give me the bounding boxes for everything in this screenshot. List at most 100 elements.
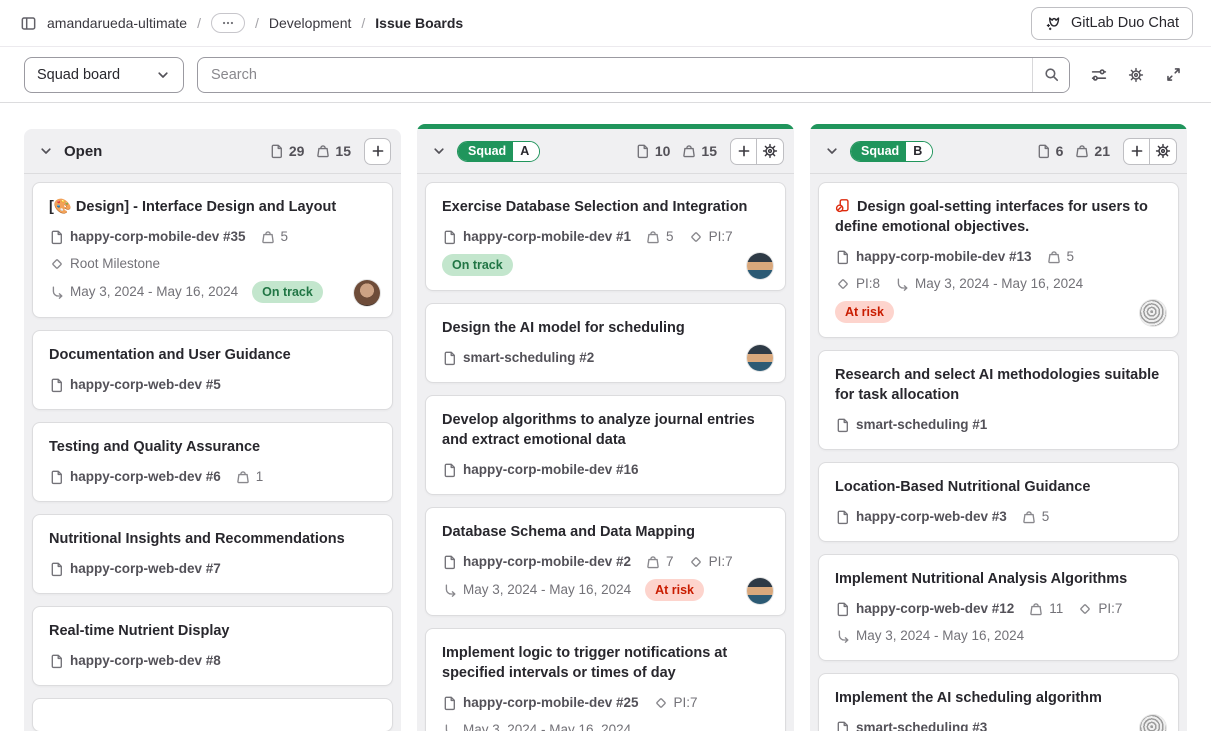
issue-title[interactable]: Documentation and User Guidance (49, 345, 376, 365)
issue-title[interactable]: [🎨 Design] - Interface Design and Layout (49, 197, 376, 217)
issue-card[interactable]: Design goal-setting interfaces for users… (818, 182, 1179, 338)
issue-card-partial[interactable] (32, 698, 393, 731)
column-scoped-label[interactable]: SquadA (457, 141, 540, 162)
list-settings-button[interactable] (757, 138, 784, 165)
issue-card[interactable]: Develop algorithms to analyze journal en… (425, 395, 786, 495)
fullscreen-button[interactable] (1157, 59, 1189, 91)
assignee-avatar[interactable] (747, 578, 773, 604)
issue-weight: 5 (260, 227, 289, 247)
issue-meta: happy-corp-web-dev #7 (49, 559, 376, 579)
issue-card[interactable]: Nutritional Insights and Recommendations… (32, 514, 393, 594)
add-issue-button[interactable] (364, 138, 391, 165)
board-select-dropdown[interactable]: Squad board (24, 57, 184, 93)
column-collapse-button[interactable] (429, 141, 449, 161)
assignee-avatar[interactable] (747, 253, 773, 279)
milestone-icon (688, 229, 704, 245)
issue-title[interactable]: Exercise Database Selection and Integrat… (442, 197, 769, 217)
issue-meta: happy-corp-web-dev #1211PI:7May 3, 2024 … (835, 599, 1162, 646)
milestone-icon (49, 256, 65, 272)
board-settings-button[interactable] (1120, 59, 1152, 91)
issue-card[interactable]: Implement logic to trigger notifications… (425, 628, 786, 731)
issue-title[interactable]: Nutritional Insights and Recommendations (49, 529, 376, 549)
issue-title[interactable]: Design goal-setting interfaces for users… (835, 197, 1162, 237)
column-counts: 29 15 (269, 138, 391, 165)
issue-milestone: PI:8 (835, 274, 880, 294)
issue-icon (49, 653, 65, 669)
assignee-avatar[interactable] (1140, 715, 1166, 731)
issue-title[interactable]: Implement logic to trigger notifications… (442, 643, 769, 683)
issue-iteration-dates: May 3, 2024 - May 16, 2024 (442, 720, 631, 731)
issue-card[interactable]: Location-Based Nutritional Guidance happ… (818, 462, 1179, 542)
issue-card[interactable]: Implement Nutritional Analysis Algorithm… (818, 554, 1179, 661)
issue-milestone: Root Milestone (49, 254, 160, 274)
issue-weight: 11 (1028, 599, 1063, 619)
toolbar-icons (1083, 59, 1189, 91)
assignee-avatar[interactable] (1140, 300, 1166, 326)
assignee-avatar[interactable] (354, 280, 380, 306)
issue-title[interactable]: Research and select AI methodologies sui… (835, 365, 1162, 405)
board-select-value: Squad board (37, 67, 120, 83)
issue-milestone: PI:7 (1077, 599, 1122, 619)
health-status-badge: On track (252, 281, 323, 303)
duo-chat-button[interactable]: GitLab Duo Chat (1031, 7, 1193, 40)
column-collapse-button[interactable] (36, 141, 56, 161)
breadcrumb-bar: amandarueda-ultimate / / Development / I… (0, 0, 1211, 47)
issue-iteration-dates: May 3, 2024 - May 16, 2024 (49, 282, 238, 302)
issue-card[interactable]: Exercise Database Selection and Integrat… (425, 182, 786, 291)
issue-milestone: PI:7 (688, 552, 733, 572)
issue-title[interactable]: Testing and Quality Assurance (49, 437, 376, 457)
issue-card[interactable]: Implement the AI scheduling algorithm sm… (818, 673, 1179, 731)
blocked-icon (835, 198, 850, 213)
search-input[interactable] (198, 58, 1032, 92)
issue-icon (835, 601, 851, 617)
milestone-icon (688, 554, 704, 570)
column-body: [🎨 Design] - Interface Design and Layout… (24, 174, 401, 731)
column-weight-count: 15 (681, 143, 717, 159)
plus-icon (1129, 143, 1145, 159)
weight-icon (1074, 143, 1090, 159)
list-settings-button[interactable] (1150, 138, 1177, 165)
issue-title[interactable]: Develop algorithms to analyze journal en… (442, 410, 769, 450)
assignee-avatar[interactable] (747, 345, 773, 371)
breadcrumb: amandarueda-ultimate / / Development / I… (20, 13, 463, 33)
expand-icon (1165, 66, 1182, 83)
issue-title[interactable]: Design the AI model for scheduling (442, 318, 769, 338)
column-scoped-label[interactable]: SquadB (850, 141, 933, 162)
settings-gear-icon (1127, 66, 1145, 84)
column-header: Open 29 15 (24, 129, 401, 174)
add-issue-button[interactable] (730, 138, 757, 165)
breadcrumb-group[interactable]: Development (269, 15, 352, 31)
issue-milestone: PI:7 (688, 227, 733, 247)
issue-icon (635, 143, 651, 159)
filter-settings-button[interactable] (1083, 59, 1115, 91)
issue-reference: happy-corp-web-dev #8 (49, 651, 221, 671)
weight-icon (315, 143, 331, 159)
breadcrumb-project[interactable]: amandarueda-ultimate (47, 15, 187, 31)
issue-weight: 1 (235, 467, 264, 487)
issue-title[interactable]: Implement Nutritional Analysis Algorithm… (835, 569, 1162, 589)
issue-title[interactable]: Implement the AI scheduling algorithm (835, 688, 1162, 708)
issue-icon (442, 229, 458, 245)
breadcrumb-ellipsis-button[interactable] (211, 13, 245, 33)
issue-title[interactable]: Real-time Nutrient Display (49, 621, 376, 641)
sidebar-toggle-icon[interactable] (20, 15, 37, 32)
issue-reference: happy-corp-web-dev #6 (49, 467, 221, 487)
issue-card[interactable]: [🎨 Design] - Interface Design and Layout… (32, 182, 393, 318)
issue-title[interactable]: Location-Based Nutritional Guidance (835, 477, 1162, 497)
breadcrumb-separator: / (255, 15, 259, 31)
issue-card[interactable]: Database Schema and Data Mapping happy-c… (425, 507, 786, 616)
issue-card[interactable]: Testing and Quality Assurance happy-corp… (32, 422, 393, 502)
issue-card[interactable]: Design the AI model for scheduling smart… (425, 303, 786, 383)
column-collapse-button[interactable] (822, 141, 842, 161)
add-issue-button[interactable] (1123, 138, 1150, 165)
issue-title[interactable]: Database Schema and Data Mapping (442, 522, 769, 542)
issue-icon (442, 554, 458, 570)
issue-card[interactable]: Research and select AI methodologies sui… (818, 350, 1179, 450)
issue-card[interactable]: Real-time Nutrient Display happy-corp-we… (32, 606, 393, 686)
issue-weight: 5 (1021, 507, 1050, 527)
issue-icon (835, 509, 851, 525)
issue-meta: happy-corp-web-dev #5 (49, 375, 376, 395)
search-button[interactable] (1032, 58, 1069, 92)
issue-card[interactable]: Documentation and User Guidance happy-co… (32, 330, 393, 410)
issue-icon (835, 417, 851, 433)
